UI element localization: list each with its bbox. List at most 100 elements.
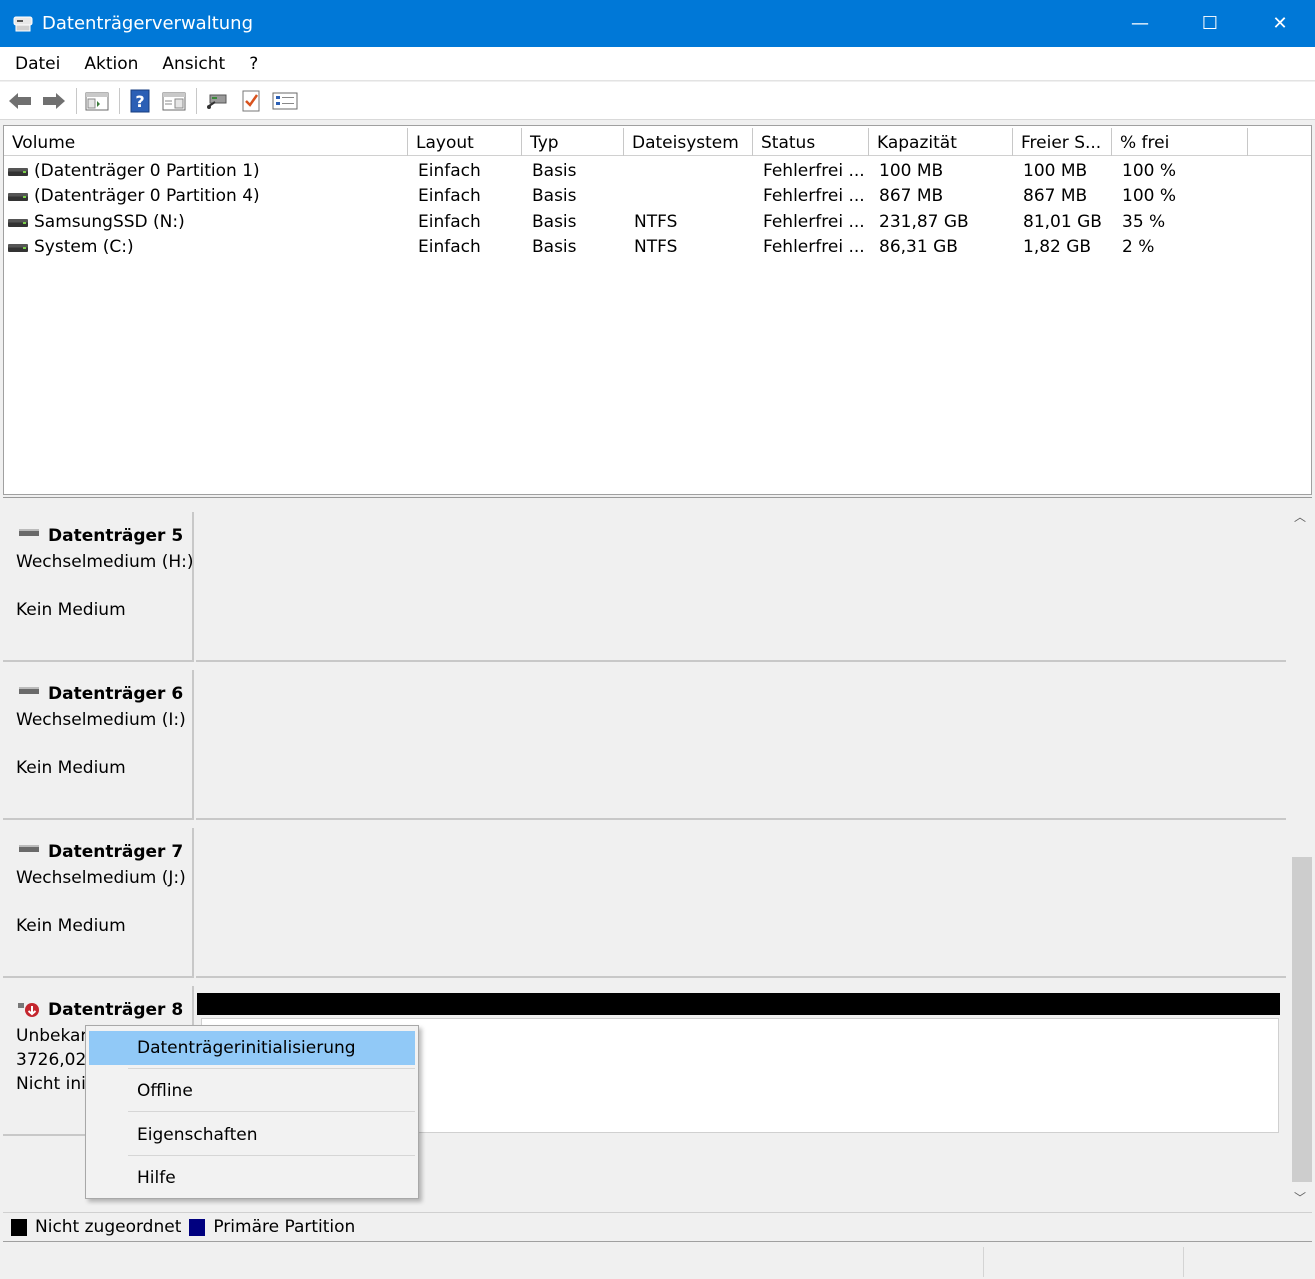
disk-5[interactable]: Datenträger 5 Wechselmedium (H:) Kein Me… xyxy=(3,505,1286,662)
drive-icon xyxy=(8,192,28,201)
disk-7[interactable]: Datenträger 7 Wechselmedium (J:) Kein Me… xyxy=(3,821,1286,978)
disk-pane-scrollbar[interactable]: ︿ ﹀ xyxy=(1288,505,1312,1210)
column-header-prozent-frei[interactable]: % frei xyxy=(1112,128,1248,156)
drive-icon xyxy=(8,167,28,176)
console-tree-icon xyxy=(85,92,109,110)
disk-size: 3726,02 xyxy=(16,1050,87,1070)
menu-item-hilfe[interactable]: Hilfe xyxy=(89,1161,415,1195)
minimize-button[interactable]: — xyxy=(1105,0,1175,47)
toolbar: ? xyxy=(0,82,1315,120)
column-header-typ[interactable]: Typ xyxy=(522,128,624,156)
back-button[interactable] xyxy=(6,87,34,115)
removable-disk-icon xyxy=(19,529,39,536)
cell-dateisystem: NTFS xyxy=(634,212,678,232)
menu-ansicht[interactable]: Ansicht xyxy=(150,54,237,74)
back-icon xyxy=(9,92,31,109)
menu-item-datentraegerinitialisierung[interactable]: Datenträgerinitialisierung xyxy=(89,1031,415,1065)
cell-typ: Basis xyxy=(532,161,577,181)
status-bar-divider xyxy=(1183,1247,1184,1277)
volume-name: (Datenträger 0 Partition 4) xyxy=(34,186,260,206)
legend-item-unallocated: Nicht zugeordnet xyxy=(11,1217,181,1237)
legend-label: Nicht zugeordnet xyxy=(35,1217,182,1237)
cell-prozent-frei: 100 % xyxy=(1122,186,1177,206)
column-header-dateisystem[interactable]: Dateisystem xyxy=(624,128,753,156)
title-bar: Datenträgerverwaltung — ☐ ✕ xyxy=(0,0,1315,47)
help-button[interactable]: ? xyxy=(126,87,154,115)
maximize-button[interactable]: ☐ xyxy=(1175,0,1245,47)
menu-separator xyxy=(128,1111,415,1112)
check-button[interactable] xyxy=(237,87,265,115)
disk-area xyxy=(196,828,1286,978)
forward-button[interactable] xyxy=(40,87,68,115)
disk-name: Datenträger 7 xyxy=(48,842,184,862)
disk-type: Wechselmedium (J:) xyxy=(16,868,186,888)
disk-6[interactable]: Datenträger 6 Wechselmedium (I:) Kein Me… xyxy=(3,663,1286,820)
cell-typ: Basis xyxy=(532,212,577,232)
column-header-empty xyxy=(1248,128,1308,156)
scroll-up-icon[interactable]: ︿ xyxy=(1288,507,1312,527)
menu-datei[interactable]: Datei xyxy=(0,54,72,74)
disk-type: Unbekar xyxy=(16,1026,88,1046)
disk-name: Datenträger 5 xyxy=(48,526,184,546)
window-title: Datenträgerverwaltung xyxy=(42,13,253,34)
disk-status: Nicht ini xyxy=(16,1074,86,1094)
cell-kapazitaet: 867 MB xyxy=(879,186,944,206)
disk-label[interactable]: Datenträger 6 Wechselmedium (I:) Kein Me… xyxy=(3,670,194,820)
connect-button[interactable] xyxy=(203,87,231,115)
menu-separator xyxy=(128,1068,415,1069)
scroll-down-icon[interactable]: ﹀ xyxy=(1288,1188,1312,1208)
menu-item-offline[interactable]: Offline xyxy=(89,1074,415,1108)
removable-disk-icon xyxy=(19,687,39,694)
disk-media: Kein Medium xyxy=(16,758,126,778)
cell-prozent-frei: 35 % xyxy=(1122,212,1166,232)
scroll-thumb[interactable] xyxy=(1292,857,1312,1182)
removable-disk-icon xyxy=(19,845,39,852)
column-header-volume[interactable]: Volume xyxy=(4,128,408,156)
list-button[interactable] xyxy=(271,87,299,115)
disk-label[interactable]: Datenträger 5 Wechselmedium (H:) Kein Me… xyxy=(3,512,194,662)
console-tree-button[interactable] xyxy=(83,87,111,115)
table-row[interactable]: (Datenträger 0 Partition 1) Einfach Basi… xyxy=(4,159,1311,184)
menu-help[interactable]: ? xyxy=(237,54,270,74)
table-row[interactable]: SamsungSSD (N:) Einfach Basis NTFS Fehle… xyxy=(4,210,1311,235)
toolbar-separator xyxy=(119,87,120,114)
pane-splitter[interactable] xyxy=(3,497,1312,503)
close-button[interactable]: ✕ xyxy=(1245,0,1315,47)
menu-aktion[interactable]: Aktion xyxy=(72,54,150,74)
disk-type: Wechselmedium (H:) xyxy=(16,552,194,572)
legend: Nicht zugeordnet Primäre Partition xyxy=(3,1212,1312,1242)
disk-error-icon xyxy=(18,1003,39,1017)
cell-dateisystem xyxy=(624,184,753,209)
disk-name: Datenträger 6 xyxy=(48,684,184,704)
unallocated-bar xyxy=(197,993,1280,1015)
details-button[interactable] xyxy=(160,87,188,115)
legend-label: Primäre Partition xyxy=(213,1217,356,1237)
close-icon: ✕ xyxy=(1272,13,1288,34)
table-row[interactable]: System (C:) Einfach Basis NTFS Fehlerfre… xyxy=(4,235,1311,260)
cell-freier-speicher: 81,01 GB xyxy=(1023,212,1102,232)
cell-freier-speicher: 1,82 GB xyxy=(1023,237,1092,257)
cell-prozent-frei: 100 % xyxy=(1122,161,1177,181)
cell-layout: Einfach xyxy=(418,186,481,206)
disk-name: Datenträger 8 xyxy=(48,1000,184,1020)
menu-separator xyxy=(128,1155,415,1156)
cell-kapazitaet: 231,87 GB xyxy=(879,212,969,232)
volume-name: SamsungSSD (N:) xyxy=(34,212,185,232)
menu-item-eigenschaften[interactable]: Eigenschaften xyxy=(89,1118,415,1152)
legend-swatch-black xyxy=(11,1218,27,1236)
column-header-layout[interactable]: Layout xyxy=(408,128,522,156)
table-row[interactable]: (Datenträger 0 Partition 4) Einfach Basi… xyxy=(4,184,1311,209)
context-menu: Datenträgerinitialisierung Offline Eigen… xyxy=(85,1025,419,1199)
legend-swatch-blue xyxy=(189,1218,206,1236)
disk-label[interactable]: Datenträger 7 Wechselmedium (J:) Kein Me… xyxy=(3,828,194,978)
connect-icon xyxy=(207,94,227,109)
column-header-status[interactable]: Status xyxy=(753,128,869,156)
cell-prozent-frei: 2 % xyxy=(1122,237,1155,257)
forward-icon xyxy=(43,92,65,109)
column-header-kapazitaet[interactable]: Kapazität xyxy=(869,128,1013,156)
cell-kapazitaet: 100 MB xyxy=(879,161,944,181)
minimize-icon: — xyxy=(1131,13,1149,34)
cell-status: Fehlerfrei ... xyxy=(763,161,865,181)
column-header-freier-speicher[interactable]: Freier S... xyxy=(1013,128,1112,156)
legend-item-primary: Primäre Partition xyxy=(189,1217,355,1237)
